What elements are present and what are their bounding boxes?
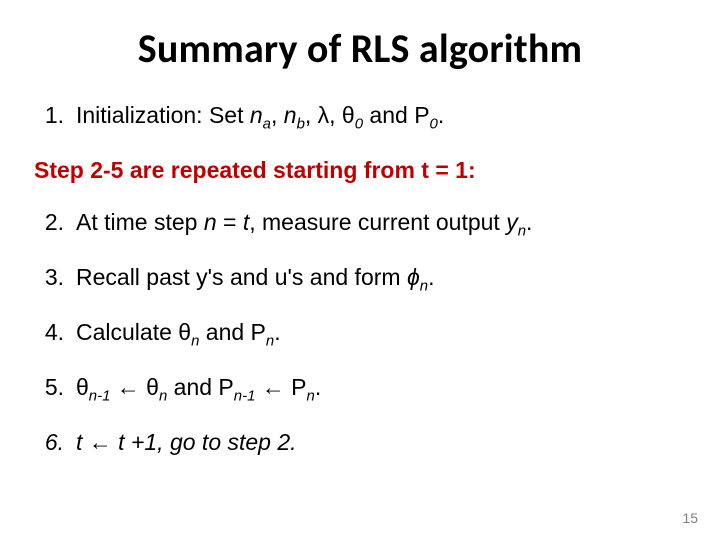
step-4-text: Calculate θn and Pn. — [76, 318, 686, 351]
step-2: 2. At time step n = t, measure current o… — [34, 208, 686, 241]
slide: Summary of RLS algorithm 1. Initializati… — [0, 0, 720, 540]
step-2-number: 2. — [34, 208, 76, 241]
step-1-text: Initialization: Set na, nb, λ, θ0 and P0… — [76, 101, 686, 134]
step-6-text: t ← t +1, go to step 2. — [76, 428, 686, 458]
step-1: 1. Initialization: Set na, nb, λ, θ0 and… — [34, 101, 686, 134]
repeat-note-text: Step 2-5 are repeated starting from t = … — [34, 156, 686, 186]
repeat-note: Step 2-5 are repeated starting from t = … — [34, 156, 686, 186]
step-5-text: θn-1 ← θn and Pn-1 ← Pn. — [76, 373, 686, 406]
slide-title: Summary of RLS algorithm — [34, 24, 686, 73]
step-2-text: At time step n = t, measure current outp… — [76, 208, 686, 241]
step-6-number: 6. — [34, 428, 76, 458]
step-6: 6. t ← t +1, go to step 2. — [34, 428, 686, 458]
step-3-text: Recall past y's and u's and form ϕn. — [76, 263, 686, 296]
step-3-number: 3. — [34, 263, 76, 296]
step-5: 5. θn-1 ← θn and Pn-1 ← Pn. — [34, 373, 686, 406]
step-3: 3. Recall past y's and u's and form ϕn. — [34, 263, 686, 296]
step-4: 4. Calculate θn and Pn. — [34, 318, 686, 351]
page-number: 15 — [682, 510, 698, 526]
step-5-number: 5. — [34, 373, 76, 406]
slide-body: 1. Initialization: Set na, nb, λ, θ0 and… — [34, 101, 686, 458]
step-4-number: 4. — [34, 318, 76, 351]
step-1-number: 1. — [34, 101, 76, 134]
